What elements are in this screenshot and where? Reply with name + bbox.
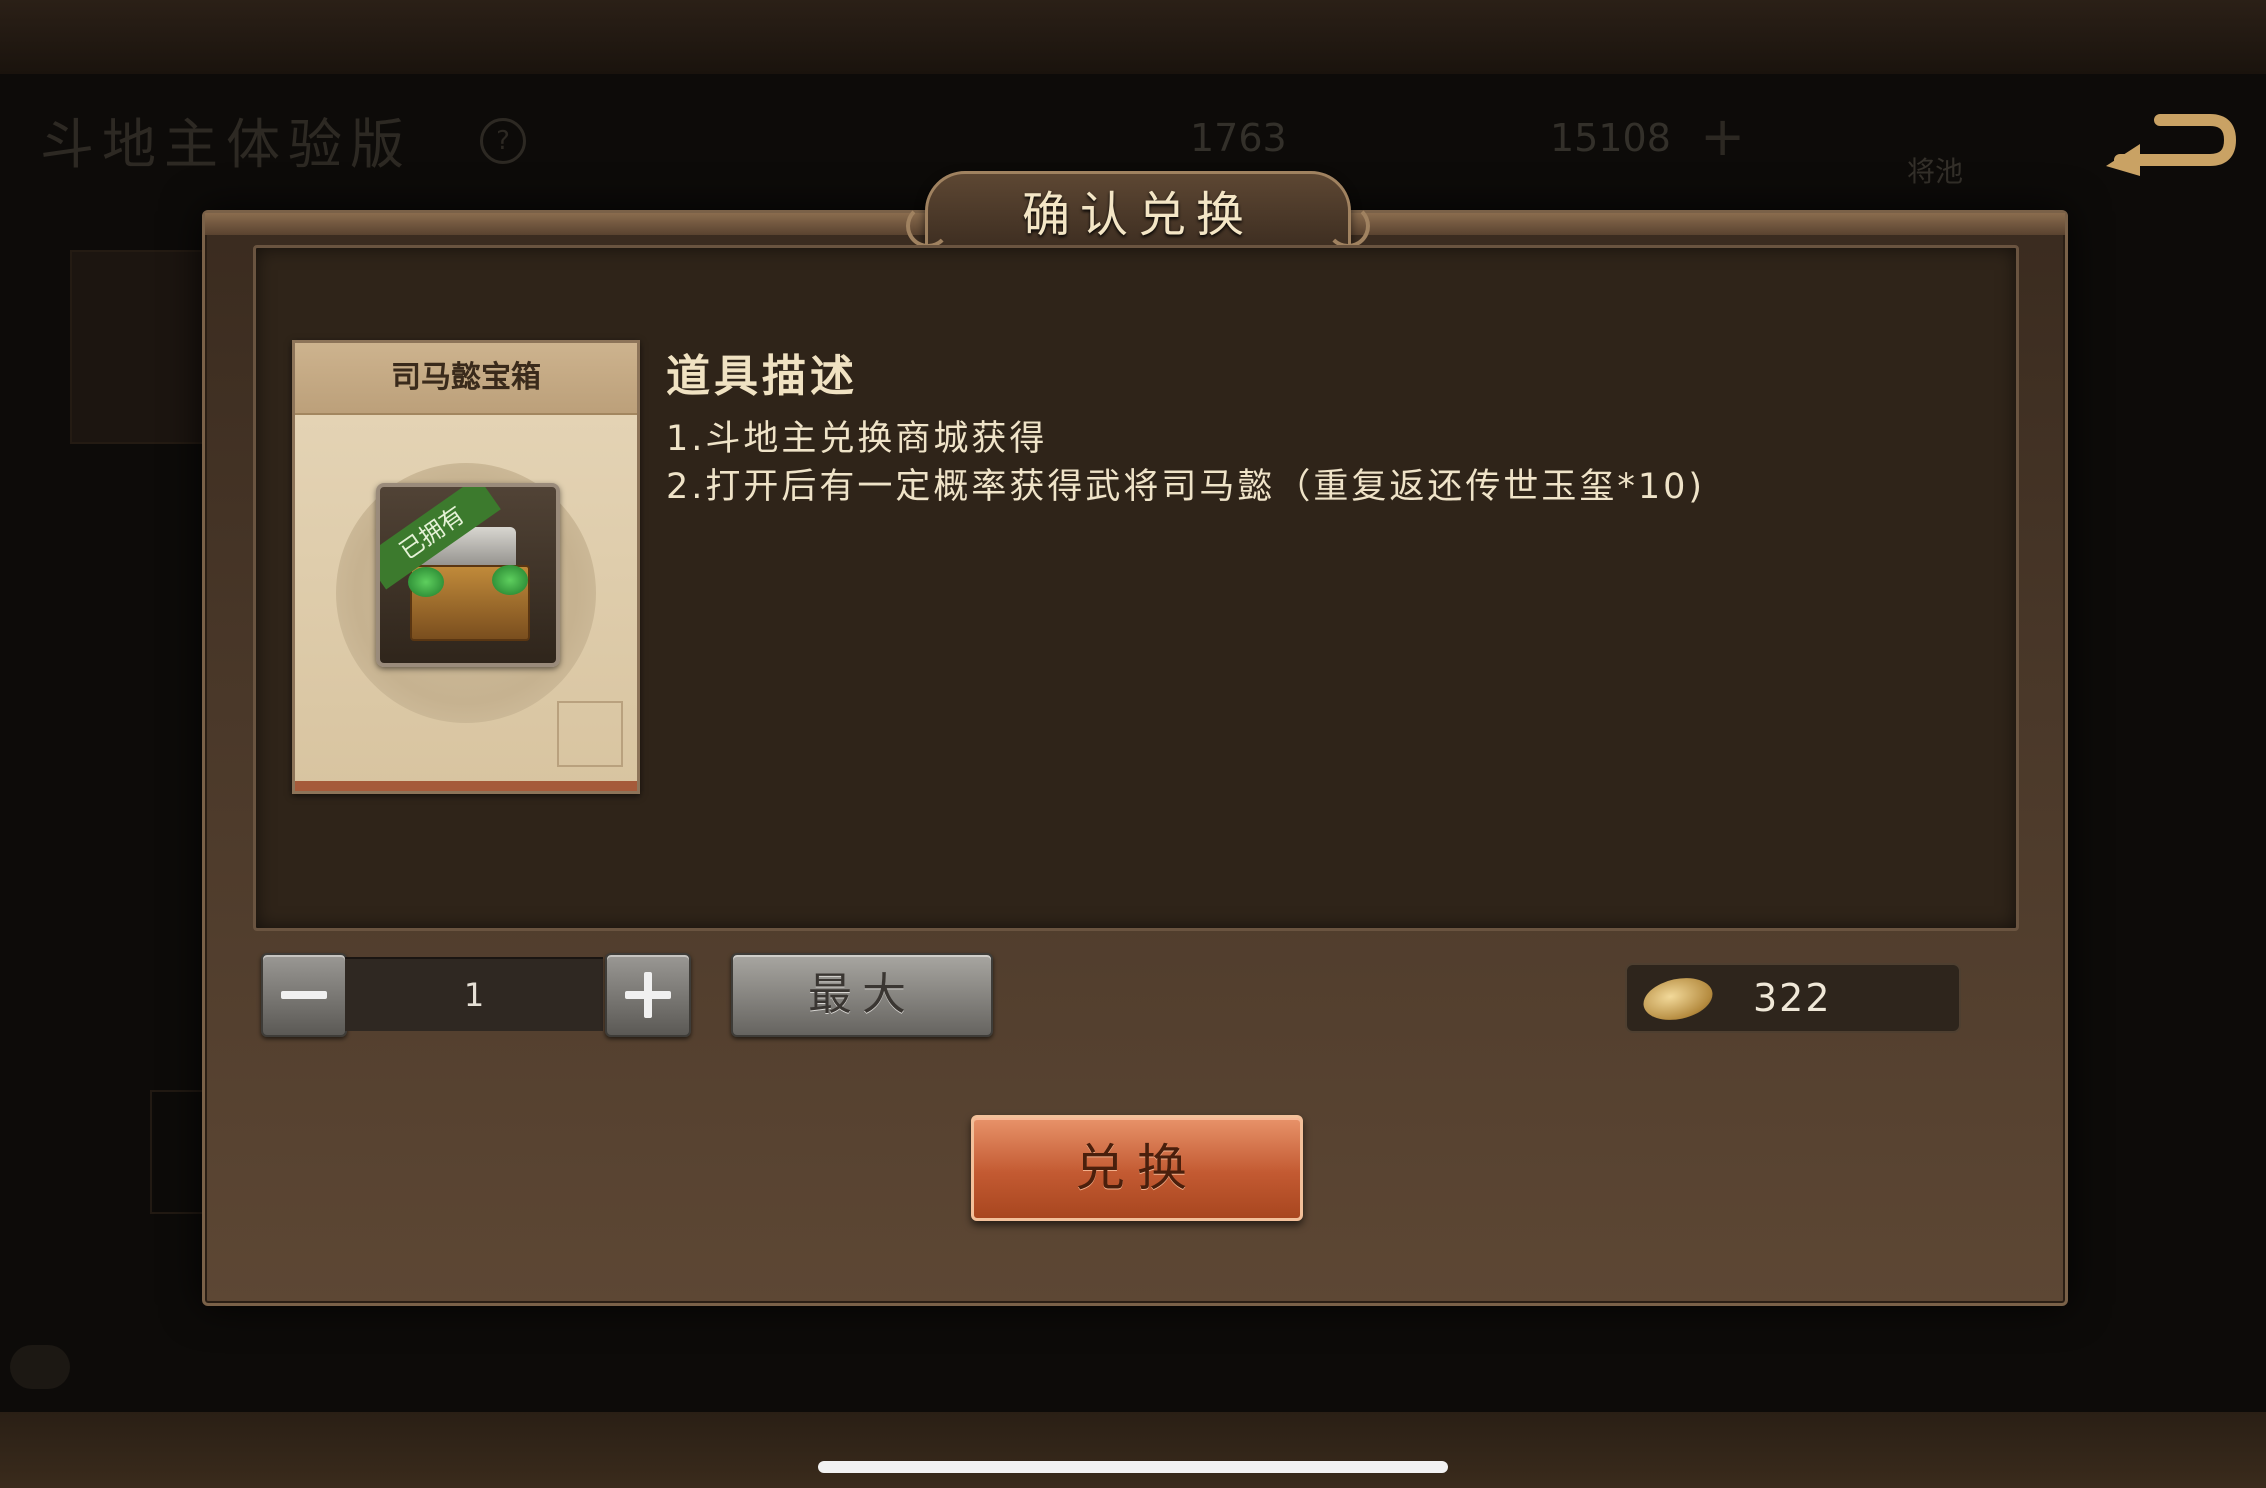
item-card-header: 司马懿宝箱 bbox=[295, 343, 637, 415]
minus-icon bbox=[281, 991, 327, 999]
bean-icon bbox=[1639, 972, 1717, 1026]
return-arrow-icon bbox=[2106, 114, 2237, 176]
description-line-2: 2.打开后有一定概率获得武将司马懿（重复返还传世玉玺*10) bbox=[666, 467, 1706, 507]
item-info-panel: 司马懿宝箱 已拥有 道具描述 1.斗地主兑换商城获得 2.打开后有一定概率获得武… bbox=[253, 245, 2019, 931]
home-indicator[interactable] bbox=[818, 1461, 1448, 1473]
background-currency-1: 1763 bbox=[1190, 116, 1287, 160]
plus-icon-vertical bbox=[644, 972, 652, 1018]
background-top-bar bbox=[0, 0, 2266, 74]
exchange-confirm-dialog: 确认兑换 司马懿宝箱 已拥有 道具描述 1.斗地主兑换商城获得 2.打开后有一定… bbox=[202, 171, 2068, 1306]
max-quantity-button[interactable]: 最大 bbox=[731, 953, 993, 1037]
background-bottom-bar bbox=[0, 1412, 2266, 1488]
description-line-1: 1.斗地主兑换商城获得 bbox=[666, 419, 1048, 459]
chat-icon bbox=[10, 1345, 70, 1389]
add-currency-icon: + bbox=[1700, 105, 1746, 168]
item-card: 司马懿宝箱 已拥有 bbox=[292, 340, 640, 794]
description-heading: 道具描述 bbox=[666, 351, 858, 402]
currency-balance: 322 bbox=[1625, 963, 1961, 1033]
quantity-field[interactable]: 1 bbox=[345, 957, 603, 1031]
background-currency-2: 15108 bbox=[1550, 116, 1671, 160]
back-button[interactable] bbox=[2100, 100, 2240, 180]
balance-value: 322 bbox=[1753, 976, 1832, 1020]
help-icon: ? bbox=[480, 118, 526, 164]
treasure-chest-icon: 已拥有 bbox=[376, 483, 560, 667]
item-card-footer-strip bbox=[295, 781, 637, 791]
background-pool-label: 将池 bbox=[1906, 155, 1963, 188]
jade-ornament-left bbox=[408, 567, 444, 597]
item-name: 司马懿宝箱 bbox=[391, 360, 541, 395]
decrease-quantity-button[interactable] bbox=[261, 953, 347, 1037]
background-game-title: 斗地主体验版 bbox=[40, 113, 412, 176]
exchange-button[interactable]: 兑换 bbox=[971, 1115, 1303, 1221]
increase-quantity-button[interactable] bbox=[605, 953, 691, 1037]
jade-ornament-right bbox=[492, 565, 528, 595]
quantity-stepper: 1 bbox=[261, 953, 691, 1037]
seal-stamp-icon bbox=[557, 701, 623, 767]
dialog-title: 确认兑换 bbox=[1021, 187, 1254, 243]
background-card bbox=[70, 250, 204, 444]
